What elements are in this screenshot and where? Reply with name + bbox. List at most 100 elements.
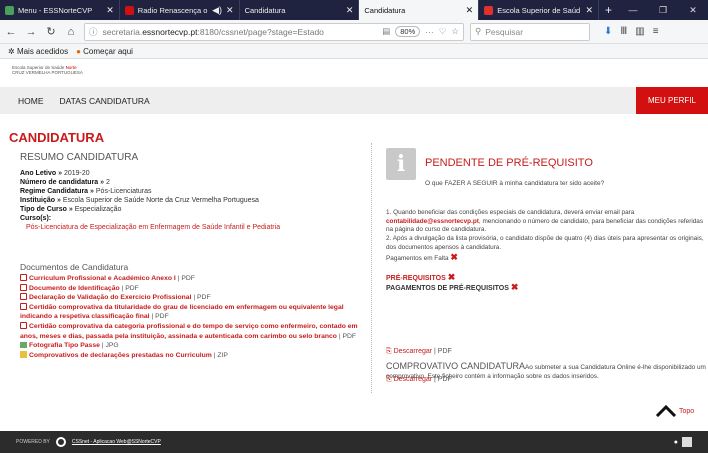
search-icon: ⚲ [475, 26, 482, 36]
forward-icon[interactable]: → [24, 26, 38, 38]
file-type: PDF [437, 348, 452, 355]
close-icon[interactable]: ✕ [226, 5, 234, 16]
pocket-icon[interactable]: ♡ [439, 26, 447, 37]
close-icon[interactable]: ✕ [585, 5, 593, 16]
search-input[interactable]: ⚲ Pesquisar [470, 22, 590, 41]
resumo-section: RESUMO CANDIDATURA Ano Letivo » 2019-20 … [20, 152, 360, 233]
tab-escola[interactable]: Escola Superior de Saúd ✕ [479, 0, 599, 20]
pag-prereq-label: PAGAMENTOS DE PRÉ-REQUISITOS [386, 285, 509, 292]
tab-candidatura-2[interactable]: Candidatura ✕ [359, 0, 480, 20]
doc-type: PDF [125, 284, 139, 292]
external-icon[interactable] [682, 437, 692, 447]
doc-link[interactable]: Comprovativos de declarações prestadas n… [29, 352, 212, 359]
doc-type: PDF [197, 294, 211, 302]
list-item: Declaração de Validação do Exercício Pro… [20, 293, 365, 303]
instruction-1-text: 1. Quando beneficiar das condições espec… [386, 209, 635, 216]
download-icon[interactable]: ⬇ [604, 26, 612, 37]
info-icon[interactable]: ⓘ [89, 26, 98, 38]
info-value: Escola Superior de Saúde Norte da Cruz V… [62, 197, 259, 204]
info-value: 2 [106, 179, 110, 186]
pag-prereq-line: PAGAMENTOS DE PRÉ-REQUISITOS ✖ [386, 283, 518, 293]
new-tab-button[interactable]: + [599, 0, 618, 20]
close-icon[interactable]: ✕ [346, 5, 354, 16]
url-text[interactable]: secretaria.essnortecvp.pt:8180/cssnet/pa… [103, 27, 378, 37]
email-link[interactable]: contabilidade@essnortecvp.pt [386, 218, 479, 225]
info-regime: Regime Candidatura » Pós-Licenciaturas [20, 188, 152, 195]
url-bar[interactable]: ⓘ secretaria.essnortecvp.pt:8180/cssnet/… [84, 22, 464, 41]
close-icon[interactable]: ✕ [106, 5, 114, 16]
brand-logo[interactable]: Escola Superior de Saúde Norte CRUZ VERM… [0, 59, 708, 87]
documentos-section: Documentos de Candidatura Curriculum Pro… [20, 262, 365, 360]
bookmark-comecar-aqui[interactable]: ● Começar aqui [76, 47, 133, 56]
maximize-icon[interactable]: ❐ [648, 0, 678, 20]
menu-home[interactable]: HOME [0, 96, 52, 106]
speaker-icon[interactable]: ◀) [212, 5, 222, 16]
minimize-icon[interactable]: — [618, 0, 648, 20]
reload-icon[interactable]: ↻ [44, 25, 58, 38]
doc-link[interactable]: Declaração de Validação do Exercício Pro… [29, 294, 191, 301]
doc-link[interactable]: Certidão comprovativa da categoria profi… [20, 323, 358, 340]
back-icon[interactable]: ← [4, 26, 18, 38]
more-icon[interactable]: ··· [425, 27, 434, 37]
footer-right: ● [674, 437, 692, 447]
x-mark-icon: ✖ [447, 272, 456, 282]
pdf-icon [20, 302, 27, 310]
x-mark-icon: ✖ [450, 251, 458, 262]
descarregar-comprovativo-link[interactable]: Descarregar [394, 376, 433, 383]
doc-link[interactable]: Certidão comprovativa da titularidade do… [20, 304, 344, 321]
prereq-line: PRÉ-REQUISITOS ✖ [386, 273, 518, 283]
info-cursos: Curso(s): [20, 214, 360, 223]
tab-title: Radio Renascença o [137, 5, 208, 15]
tab-menu[interactable]: Menu - ESSNorteCVP ✕ [0, 0, 120, 20]
tab-title: Menu - ESSNorteCVP [18, 5, 93, 15]
resumo-title: RESUMO CANDIDATURA [20, 152, 139, 163]
tab-title: Candidatura [364, 5, 406, 15]
home-icon[interactable]: ⌂ [64, 26, 78, 38]
toolbar-right: ⬇ Ⅲ ▥ ≡ [604, 26, 659, 37]
brand-line-2: CRUZ VERMELHA PORTUGUESA [12, 70, 83, 75]
tab-favicon [484, 5, 494, 15]
comprovativo-title: COMPROVATIVO CANDIDATURA [386, 361, 526, 371]
close-window-icon[interactable]: ✕ [678, 0, 708, 20]
reader-icon[interactable]: ▤ [382, 26, 390, 37]
doc-type: PDF [155, 313, 169, 321]
sidebar-icon[interactable]: ▥ [635, 26, 644, 37]
curso-link[interactable]: Pós-Licenciatura de Especialização em En… [20, 223, 360, 233]
tab-title: Escola Superior de Saúd [497, 5, 581, 15]
tab-title: Candidatura [244, 5, 286, 15]
topo-link[interactable]: Topo [655, 405, 694, 417]
descarregar-link[interactable]: Descarregar [394, 348, 433, 355]
info-ano-letivo: Ano Letivo » 2019-20 [20, 170, 90, 177]
pdf-icon: ⎘ [386, 376, 392, 383]
doc-type: PDF [181, 275, 195, 282]
tab-candidatura-1[interactable]: Candidatura ✕ [240, 0, 360, 20]
library-icon[interactable]: Ⅲ [620, 26, 627, 37]
download-row-2: ⎘ Descarregar | PDF [386, 376, 452, 383]
info-tipo-curso: Tipo de Curso » Especialização [20, 206, 122, 213]
info-label: Instituição [20, 197, 56, 204]
pdf-icon [20, 283, 27, 291]
list-item: Fotografia Tipo Passe | JPG [20, 341, 365, 351]
pendente-question: O que FAZER A SEGUIR à minha candidatura… [425, 180, 605, 187]
info-label: Tipo de Curso [20, 206, 67, 213]
firefox-icon: ● [76, 46, 81, 56]
menu-icon[interactable]: ≡ [653, 26, 659, 37]
prereq-label: PRÉ-REQUISITOS [386, 275, 446, 282]
doc-type: PDF [342, 332, 357, 340]
doc-link[interactable]: Documento de Identificação [29, 285, 120, 292]
menu-datas-candidatura[interactable]: DATAS CANDIDATURA [52, 96, 158, 106]
zoom-level[interactable]: 80% [395, 26, 421, 37]
x-mark-icon: ✖ [510, 282, 519, 292]
status-icon: ● [673, 438, 678, 446]
docs-title: Documentos de Candidatura [20, 262, 129, 272]
bookmark-star-icon[interactable]: ☆ [451, 26, 459, 37]
pagamentos-falta: Pagamentos em Falta ✖ [386, 251, 706, 264]
tab-radio[interactable]: Radio Renascença o ◀) ✕ [120, 0, 240, 20]
meu-perfil-button[interactable]: MEU PERFIL [635, 87, 708, 114]
bookmark-mais-acedidos[interactable]: ✲ Mais acedidos [8, 47, 68, 56]
close-icon[interactable]: ✕ [466, 5, 474, 16]
pdf-icon [20, 293, 27, 301]
footer-link[interactable]: CSSnet - Aplicacao Web@SSNorteCVP [72, 439, 161, 445]
doc-link[interactable]: Fotografia Tipo Passe [29, 342, 100, 349]
doc-link[interactable]: Curriculum Profissional e Académico Anex… [29, 275, 176, 282]
